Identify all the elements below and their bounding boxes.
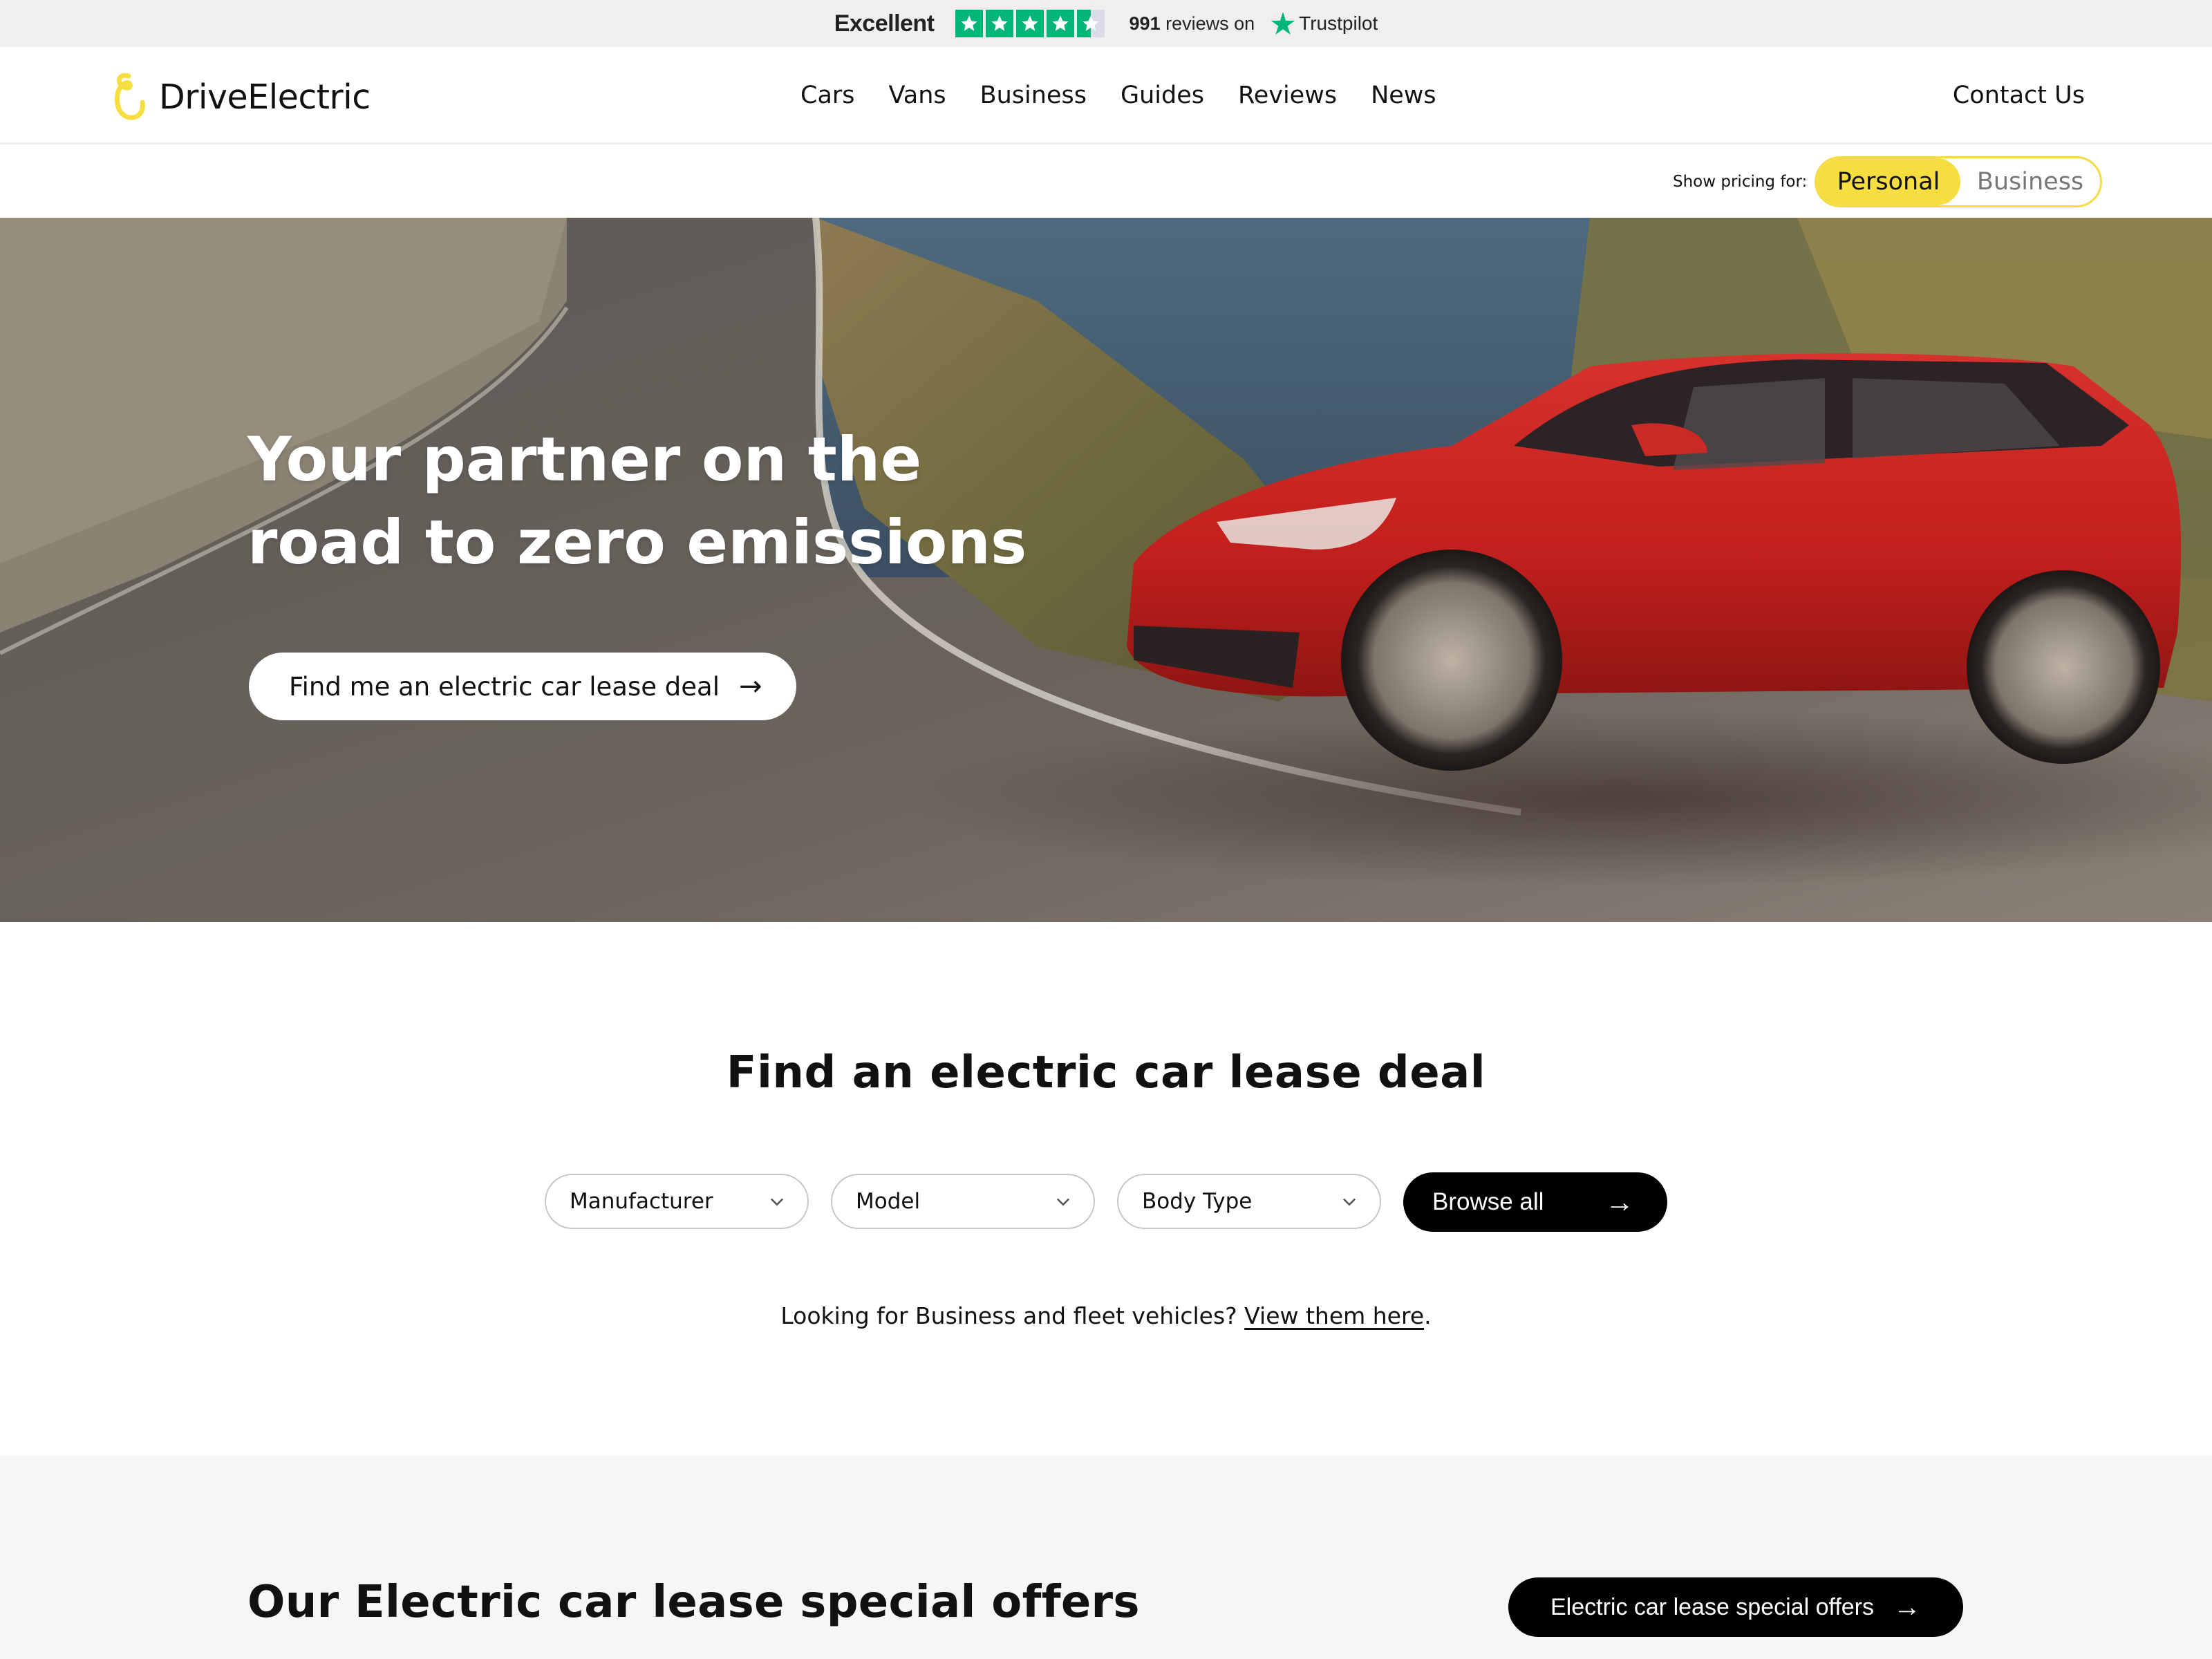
chevron-down-icon [1056,1198,1070,1206]
nav-item-reviews[interactable]: Reviews [1238,79,1337,112]
star-icon [1046,10,1074,37]
trustpilot-logo: Trustpilot [1270,10,1378,37]
nav-item-vans[interactable]: Vans [889,79,946,112]
search-title: Find an electric car lease deal [726,1047,1486,1098]
model-select[interactable]: Model [831,1174,1095,1229]
special-offers-button[interactable]: Electric car lease special offers → [1508,1577,1963,1637]
hero-title: Your partner on the road to zero emissio… [247,424,1027,578]
arrow-right-icon: → [738,671,762,702]
star-icon [1015,10,1044,37]
primary-nav: Cars Vans Business Guides Reviews News [800,79,1436,112]
nav-item-guides[interactable]: Guides [1121,79,1204,112]
special-offers-title: Our Electric car lease special offers [247,1577,1140,1628]
trustpilot-star-icon [1271,12,1295,35]
trustpilot-review-count: 991 reviews on [1129,12,1255,34]
fleet-vehicles-text: Looking for Business and fleet vehicles?… [780,1302,1432,1329]
special-offers-section: Our Electric car lease special offers El… [0,1456,2212,1659]
body-type-select[interactable]: Body Type [1117,1174,1381,1229]
contact-us-link[interactable]: Contact Us [1953,79,2085,112]
star-icon [955,10,983,37]
hero-banner: Your partner on the road to zero emissio… [0,218,2212,922]
chevron-down-icon [770,1198,784,1206]
rear-wheel [1967,570,2160,764]
pricing-label: Show pricing for: [1673,173,1808,191]
front-wheel [1341,550,1562,771]
half-star-icon [1076,10,1105,37]
pricing-option-business[interactable]: Business [1960,158,2100,205]
trustpilot-rating-word: Excellent [834,10,935,37]
trustpilot-bar[interactable]: Excellent 991 reviews on Trustpilot [0,0,2212,47]
search-filters: Manufacturer Model Body Type Browse all … [545,1172,1667,1232]
view-fleet-link[interactable]: View them here [1244,1302,1424,1329]
pricing-option-personal[interactable]: Personal [1817,158,1960,205]
nav-item-cars[interactable]: Cars [800,79,855,112]
chevron-down-icon [1342,1198,1356,1206]
find-lease-deal-button[interactable]: Find me an electric car lease deal → [249,653,796,720]
pricing-toggle[interactable]: Personal Business [1815,156,2102,207]
trustpilot-stars [955,10,1105,37]
logo-icon [114,73,145,120]
search-section: Find an electric car lease deal Manufact… [0,922,2212,1456]
main-header: DriveElectric Cars Vans Business Guides … [0,47,2212,144]
pricing-bar: Show pricing for: Personal Business [0,146,2212,218]
browse-all-button[interactable]: Browse all → [1403,1172,1667,1232]
star-icon [985,10,1013,37]
logo[interactable]: DriveElectric [108,69,371,124]
logo-text: DriveElectric [159,77,371,117]
nav-item-news[interactable]: News [1371,79,1436,112]
arrow-right-icon: → [1893,1591,1921,1622]
nav-item-business[interactable]: Business [980,79,1087,112]
manufacturer-select[interactable]: Manufacturer [545,1174,809,1229]
arrow-right-icon: → [1605,1185,1634,1218]
